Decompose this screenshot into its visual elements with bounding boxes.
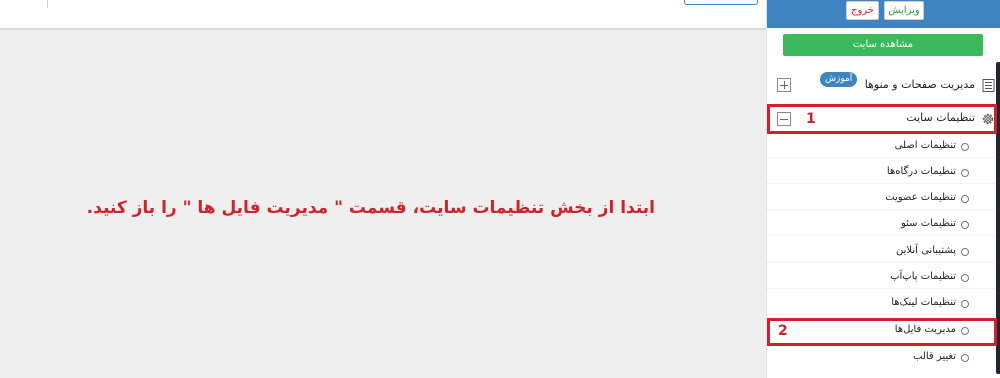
submenu-item-main-settings[interactable]: تنظیمات اصلی: [767, 138, 995, 156]
divider: [767, 183, 995, 184]
circle-icon: [961, 143, 969, 151]
expand-plus-icon[interactable]: [777, 78, 791, 92]
circle-icon: [961, 354, 969, 362]
highlight-box-site-settings: [767, 104, 997, 134]
submenu-item-label: تنظیمات سئو: [900, 218, 956, 229]
submenu-item-label: تنظیمات پاپ‌آپ: [890, 271, 956, 282]
submenu-item-label: تنظیمات عضویت: [885, 192, 956, 203]
submenu-item-label: تنظیمات اصلی: [894, 140, 956, 151]
exit-button[interactable]: خروج: [846, 1, 879, 20]
top-bar: [0, 0, 766, 30]
circle-icon: [961, 221, 969, 229]
divider: [767, 157, 995, 158]
annotation-number-1: 1: [806, 111, 816, 127]
circle-icon: [961, 300, 969, 308]
divider: [767, 209, 995, 210]
submenu-item-online-support[interactable]: پشتیبانی آنلاین: [767, 243, 995, 261]
divider: [767, 262, 995, 263]
main-content: ابتدا از بخش تنظیمات سایت، قسمت " مدیریت…: [0, 30, 766, 378]
submenu-item-links[interactable]: تنظیمات لینک‌ها: [767, 295, 995, 313]
menu-item-pages[interactable]: آموزش مدیریت صفحات و منوها: [767, 72, 995, 95]
menu-item-pages-label: مدیریت صفحات و منوها: [864, 78, 975, 91]
submenu-item-label: تغییر قالب: [912, 351, 956, 362]
submenu-item-seo[interactable]: تنظیمات سئو: [767, 216, 995, 234]
highlight-box-file-manager: [767, 318, 997, 346]
instruction-text: ابتدا از بخش تنظیمات سایت، قسمت " مدیریت…: [86, 198, 655, 218]
sidebar-header: ویرایش خروج: [767, 0, 1000, 28]
document-icon: [982, 79, 995, 92]
circle-icon: [961, 248, 969, 256]
divider: [767, 235, 995, 236]
submenu-item-gateways[interactable]: تنظیمات درگاه‌ها: [767, 164, 995, 182]
top-bar-divider: [47, 0, 48, 8]
submenu-item-change-theme[interactable]: تغییر قالب: [767, 349, 995, 367]
submenu-item-popup[interactable]: تنظیمات پاپ‌آپ: [767, 269, 995, 287]
annotation-number-2: 2: [778, 323, 788, 339]
view-site-button[interactable]: مشاهده سایت: [783, 34, 983, 56]
circle-icon: [961, 274, 969, 282]
circle-icon: [961, 195, 969, 203]
tutorial-badge[interactable]: آموزش: [820, 72, 858, 87]
submenu-item-label: پشتیبانی آنلاین: [895, 245, 956, 256]
submenu-item-label: تنظیمات لینک‌ها: [891, 297, 956, 308]
submenu-item-membership[interactable]: تنظیمات عضویت: [767, 190, 995, 208]
divider: [767, 314, 995, 315]
submenu-item-label: تنظیمات درگاه‌ها: [886, 166, 956, 177]
circle-icon: [961, 169, 969, 177]
edit-button[interactable]: ویرایش: [884, 1, 924, 20]
divider: [767, 288, 995, 289]
top-bar-button[interactable]: [684, 0, 758, 5]
